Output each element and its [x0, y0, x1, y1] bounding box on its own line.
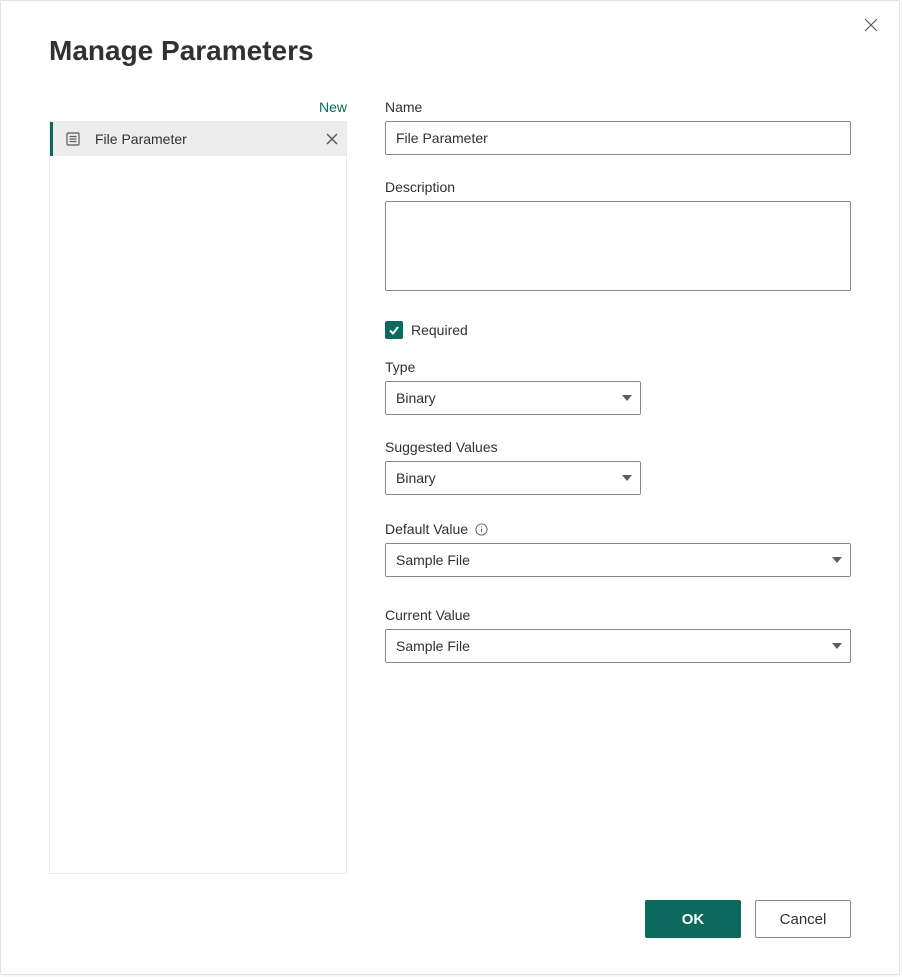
parameter-item-label: File Parameter	[95, 131, 318, 147]
description-textarea[interactable]	[385, 201, 851, 291]
new-parameter-link[interactable]: New	[49, 95, 347, 121]
close-icon[interactable]	[861, 15, 881, 35]
required-label: Required	[411, 322, 468, 338]
default-value-dropdown[interactable]: Sample File	[385, 543, 851, 577]
default-value-value: Sample File	[396, 552, 470, 568]
manage-parameters-dialog: Manage Parameters New File Parameter	[0, 0, 900, 975]
suggested-values-label: Suggested Values	[385, 439, 851, 455]
parameter-list: File Parameter	[49, 121, 347, 874]
required-checkbox[interactable]: Required	[385, 321, 851, 339]
dialog-title: Manage Parameters	[49, 35, 314, 67]
current-value-value: Sample File	[396, 638, 470, 654]
chevron-down-icon	[832, 552, 842, 568]
type-dropdown[interactable]: Binary	[385, 381, 641, 415]
delete-parameter-icon[interactable]	[318, 125, 346, 153]
info-icon	[474, 522, 488, 536]
type-label: Type	[385, 359, 851, 375]
current-value-label: Current Value	[385, 607, 851, 623]
type-value: Binary	[396, 390, 436, 406]
cancel-button[interactable]: Cancel	[755, 900, 851, 938]
name-input[interactable]	[385, 121, 851, 155]
current-value-dropdown[interactable]: Sample File	[385, 629, 851, 663]
chevron-down-icon	[622, 470, 632, 486]
default-value-label: Default Value	[385, 521, 468, 537]
parameter-list-item[interactable]: File Parameter	[50, 122, 346, 156]
checkbox-checked-icon	[385, 321, 403, 339]
suggested-values-value: Binary	[396, 470, 436, 486]
description-label: Description	[385, 179, 851, 195]
name-label: Name	[385, 99, 851, 115]
chevron-down-icon	[832, 638, 842, 654]
chevron-down-icon	[622, 390, 632, 406]
suggested-values-dropdown[interactable]: Binary	[385, 461, 641, 495]
ok-button[interactable]: OK	[645, 900, 741, 938]
parameter-icon	[61, 129, 85, 149]
